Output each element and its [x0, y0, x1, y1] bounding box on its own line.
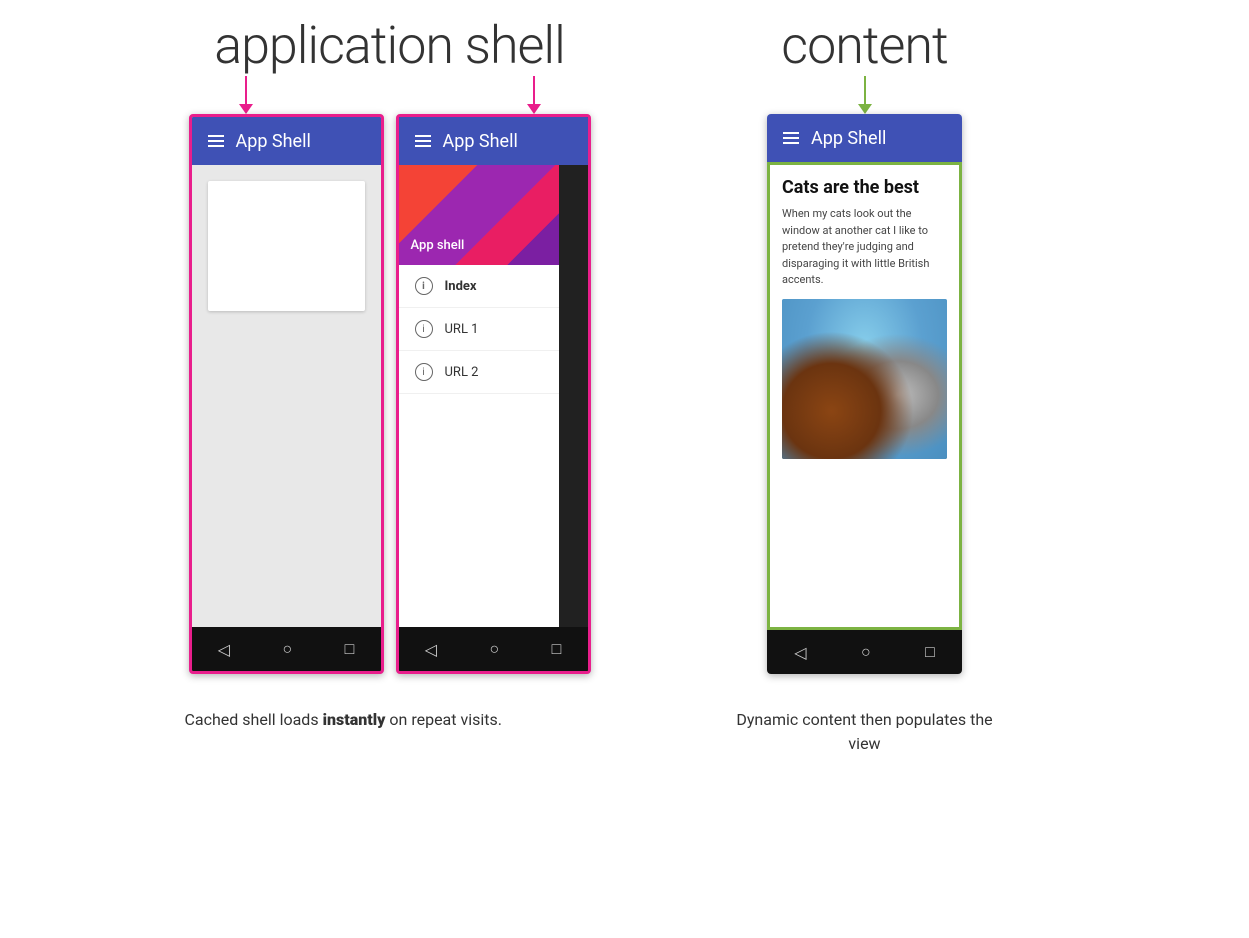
phone3-navbar: ◁ ○ □ [767, 630, 962, 674]
phone2-recent-btn[interactable]: □ [552, 639, 562, 659]
caption-right: Dynamic content then populates the view [725, 708, 1005, 756]
phone3-content-title: Cats are the best [782, 177, 947, 198]
drawer-item-index-label: Index [445, 279, 477, 294]
phone2-app-bar: App Shell [399, 117, 588, 165]
phone1-home-btn[interactable]: ○ [282, 639, 292, 659]
phone1-navbar: ◁ ○ □ [192, 627, 381, 671]
caption-left-text: Cached shell loads [185, 710, 323, 729]
phone3-content-body: When my cats look out the window at anot… [782, 206, 947, 289]
phone1-back-btn[interactable]: ◁ [218, 640, 230, 659]
phone3-app-bar: App Shell [767, 114, 962, 162]
phone1-content [192, 165, 381, 627]
right-arrow-left-section [527, 76, 541, 114]
phone1-hamburger-icon [208, 135, 224, 147]
phone2-navbar: ◁ ○ □ [399, 627, 588, 671]
phone1-recent-btn[interactable]: □ [345, 639, 355, 659]
drawer-item-url2-label: URL 2 [445, 365, 479, 380]
phone1-white-card [208, 181, 365, 311]
caption-left-bold: instantly [323, 710, 386, 729]
phone2-back-btn[interactable]: ◁ [425, 640, 437, 659]
phone1: App Shell ◁ ○ □ [189, 114, 384, 674]
drawer-item-url1-icon: i [415, 320, 433, 338]
phone1-app-bar-title: App Shell [236, 131, 311, 152]
drawer-item-index-icon: i [415, 277, 433, 295]
application-shell-label: application shell [214, 15, 565, 76]
drawer-item-url2[interactable]: i URL 2 [399, 351, 559, 394]
phone2-drawer: App shell i Index i URL 1 [399, 165, 559, 627]
phone2: App Shell App shell [396, 114, 591, 674]
left-arrow [239, 76, 253, 114]
content-label: content [781, 15, 948, 76]
phone3-back-btn[interactable]: ◁ [794, 643, 806, 662]
content-arrow [858, 76, 872, 114]
phone3-content-area: Cats are the best When my cats look out … [767, 162, 962, 630]
cat-image [782, 299, 947, 459]
phone2-app-bar-title: App Shell [443, 131, 518, 152]
drawer-item-url1[interactable]: i URL 1 [399, 308, 559, 351]
phone1-app-bar: App Shell [192, 117, 381, 165]
drawer-item-index[interactable]: i Index [399, 265, 559, 308]
phone2-home-btn[interactable]: ○ [489, 639, 499, 659]
caption-left: Cached shell loads instantly on repeat v… [185, 708, 595, 732]
phone2-hamburger-icon [415, 135, 431, 147]
phone2-drawer-header: App shell [399, 165, 559, 265]
phone3-recent-btn[interactable]: □ [925, 642, 935, 662]
cat-image-inner [782, 299, 947, 459]
caption-left-suffix: on repeat visits. [385, 710, 502, 729]
phone3-app-bar-title: App Shell [811, 128, 886, 149]
drawer-item-url1-label: URL 1 [445, 322, 479, 337]
phone3: App Shell Cats are the best When my cats… [767, 114, 962, 674]
phone3-home-btn[interactable]: ○ [861, 642, 871, 662]
drawer-item-url2-icon: i [415, 363, 433, 381]
phone2-drawer-header-title: App shell [411, 238, 465, 253]
phone3-hamburger-icon [783, 132, 799, 144]
